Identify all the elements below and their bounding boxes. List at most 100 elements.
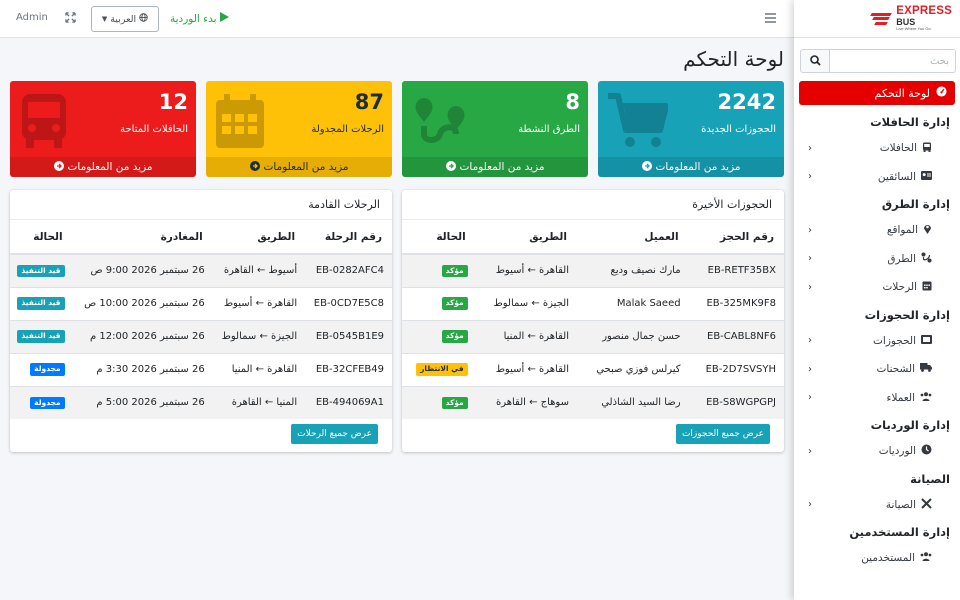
sidebar-item-label: السائقين bbox=[877, 170, 916, 183]
brand[interactable]: EXPRESS BUS Live Where You Go bbox=[794, 0, 960, 38]
sidebar-section-header: إدارة الطرق bbox=[881, 197, 950, 211]
sidebar-item-label: الشحنات bbox=[876, 363, 915, 376]
sidebar-item-locations[interactable]: المواقع ‹ bbox=[794, 216, 960, 245]
table-row: EB-2D7SVSYH كيرلس فوزي صبحي القاهرة ← أس… bbox=[402, 352, 784, 386]
sidebar-item-label: الحافلات bbox=[879, 142, 917, 155]
column-header: رقم الرحلة bbox=[305, 220, 392, 255]
sidebar-item-label: المواقع bbox=[886, 224, 918, 237]
user-menu[interactable]: Admin bbox=[16, 12, 48, 23]
recent-bookings-card: الحجوزات الأخيرة رقم الحجز العميل الطريق… bbox=[402, 190, 784, 452]
upcoming-trips-card: الرحلات القادمة رقم الرحلة الطريق المغاد… bbox=[10, 190, 392, 452]
bookings-table: رقم الحجز العميل الطريق الحالة EB-RETF35… bbox=[402, 220, 784, 419]
start-shift-button[interactable]: بدء الوردية bbox=[170, 12, 229, 25]
sidebar-item-label: لوحة التحكم bbox=[874, 86, 930, 100]
bus-icon bbox=[18, 92, 70, 153]
sidebar-item-dashboard[interactable]: لوحة التحكم bbox=[799, 81, 955, 105]
sidebar-item-bookings[interactable]: الحجوزات ‹ bbox=[794, 327, 960, 356]
stat-box-available-buses: 12 الحافلات المتاحة مزيد من المعلومات bbox=[10, 81, 196, 177]
sidebar-item-routes[interactable]: الطرق ‹ bbox=[794, 245, 960, 274]
sidebar-item-label: الطرق bbox=[887, 252, 916, 265]
arrow-circle-icon bbox=[445, 160, 456, 174]
hamburger-menu-icon[interactable] bbox=[765, 13, 776, 26]
users-icon bbox=[920, 392, 932, 404]
booking-id: EB-2D7SVSYH bbox=[688, 352, 784, 386]
stat-label: الرحلات المجدولة bbox=[311, 124, 384, 135]
stat-value: 87 bbox=[354, 90, 384, 114]
status-badge: قيد التنفيذ bbox=[17, 297, 65, 310]
table-row: EB-RETF35BX مارك نصيف وديع القاهرة ← أسي… bbox=[402, 253, 784, 287]
sidebar-item-maintenance[interactable]: الصيانة ‹ bbox=[794, 491, 960, 520]
card-title: الرحلات القادمة bbox=[10, 190, 392, 220]
chevron-left-icon: ‹ bbox=[808, 445, 812, 457]
stat-label: الحافلات المتاحة bbox=[120, 124, 188, 135]
departure: 26 سبتمبر 2026 10:00 ص bbox=[72, 286, 213, 320]
booking-id: EB-RETF35BX bbox=[688, 253, 784, 287]
more-info-link[interactable]: مزيد من المعلومات bbox=[206, 157, 392, 177]
search-button[interactable] bbox=[800, 49, 830, 73]
table-row: EB-CABL8NF6 حسن جمال منصور القاهرة ← الم… bbox=[402, 319, 784, 353]
sidebar-item-drivers[interactable]: السائقين ‹ bbox=[794, 163, 960, 192]
column-header: المغادرة bbox=[72, 220, 213, 255]
sidebar-item-customers[interactable]: العملاء ‹ bbox=[794, 384, 960, 413]
more-info-label: مزيد من المعلومات bbox=[459, 161, 545, 173]
chevron-left-icon: ‹ bbox=[808, 363, 812, 375]
ticket-icon bbox=[921, 334, 932, 347]
trip-id: EB-494069A1 bbox=[305, 385, 392, 419]
route-icon bbox=[921, 252, 932, 266]
chevron-left-icon: ‹ bbox=[808, 253, 812, 265]
route: القاهرة ← المنيا bbox=[212, 352, 306, 386]
language-select[interactable]: العربية ▼ bbox=[91, 6, 159, 32]
sidebar-item-label: الورديات bbox=[878, 445, 916, 458]
table-row: EB-0282AFC4 أسيوط ← القاهرة 26 سبتمبر 20… bbox=[10, 253, 392, 287]
route: القاهرة ← المنيا bbox=[475, 319, 577, 353]
play-icon bbox=[219, 12, 229, 25]
sidebar-item-buses[interactable]: الحافلات ‹ bbox=[794, 134, 960, 163]
view-all-bookings-button[interactable]: عرض جميع الحجوزات bbox=[675, 424, 770, 444]
start-shift-label: بدء الوردية bbox=[170, 12, 217, 25]
map-marker-icon bbox=[923, 223, 932, 237]
logo-stripes-icon bbox=[870, 12, 893, 26]
language-label: العربية bbox=[110, 13, 137, 25]
route: القاهرة ← أسيوط bbox=[475, 253, 577, 287]
column-header: الحالة bbox=[402, 220, 476, 255]
route: المنيا ← القاهرة bbox=[212, 385, 306, 419]
trip-id: EB-0282AFC4 bbox=[305, 253, 392, 287]
status-badge: مؤكد bbox=[441, 297, 468, 310]
chevron-left-icon: ‹ bbox=[808, 171, 812, 183]
more-info-link[interactable]: مزيد من المعلومات bbox=[598, 157, 784, 177]
stat-label: الحجوزات الجديدة bbox=[701, 124, 776, 135]
column-header: رقم الحجز bbox=[688, 220, 784, 255]
sidebar-item-users[interactable]: المستخدمين bbox=[794, 544, 960, 573]
fullscreen-icon[interactable] bbox=[65, 12, 76, 26]
users-icon bbox=[920, 552, 932, 564]
customer-name: رضا السيد الشاذلي bbox=[576, 385, 689, 419]
stat-value: 8 bbox=[565, 90, 580, 114]
more-info-link[interactable]: مزيد من المعلومات bbox=[10, 157, 196, 177]
more-info-label: مزيد من المعلومات bbox=[67, 161, 153, 173]
sidebar-item-label: العملاء bbox=[886, 391, 915, 404]
route: سوهاج ← القاهرة bbox=[475, 385, 577, 419]
column-header: الحالة bbox=[10, 220, 73, 255]
status-badge: مجدولة bbox=[30, 396, 65, 409]
express-bus-logo: EXPRESS BUS Live Where You Go bbox=[870, 6, 952, 31]
chevron-left-icon: ‹ bbox=[808, 281, 812, 293]
more-info-link[interactable]: مزيد من المعلومات bbox=[402, 157, 588, 177]
customer-name: كيرلس فوزي صبحي bbox=[576, 352, 689, 386]
booking-id: EB-325MK9F8 bbox=[688, 286, 784, 320]
status-badge: قيد التنفيذ bbox=[17, 264, 65, 277]
sidebar-section-header: إدارة الحجوزات bbox=[864, 307, 950, 322]
stat-label: الطرق النشطة bbox=[518, 124, 580, 135]
stat-box-scheduled-trips: 87 الرحلات المجدولة مزيد من المعلومات bbox=[206, 81, 392, 177]
top-navbar: Admin العربية ▼ بدء الوردية bbox=[0, 0, 794, 38]
sidebar-item-shipments[interactable]: الشحنات ‹ bbox=[794, 355, 960, 384]
booking-id: EB-CABL8NF6 bbox=[688, 319, 784, 353]
more-info-label: مزيد من المعلومات bbox=[655, 161, 741, 173]
sidebar-item-trips[interactable]: الرحلات ‹ bbox=[794, 273, 960, 302]
chevron-left-icon: ‹ bbox=[808, 142, 812, 154]
clock-icon bbox=[921, 444, 932, 458]
route: أسيوط ← القاهرة bbox=[212, 253, 306, 287]
view-all-trips-button[interactable]: عرض جميع الرحلات bbox=[291, 424, 378, 444]
search-input[interactable] bbox=[830, 49, 956, 73]
sidebar-item-shifts[interactable]: الورديات ‹ bbox=[794, 437, 960, 466]
trip-id: EB-32CFEB49 bbox=[305, 352, 392, 386]
